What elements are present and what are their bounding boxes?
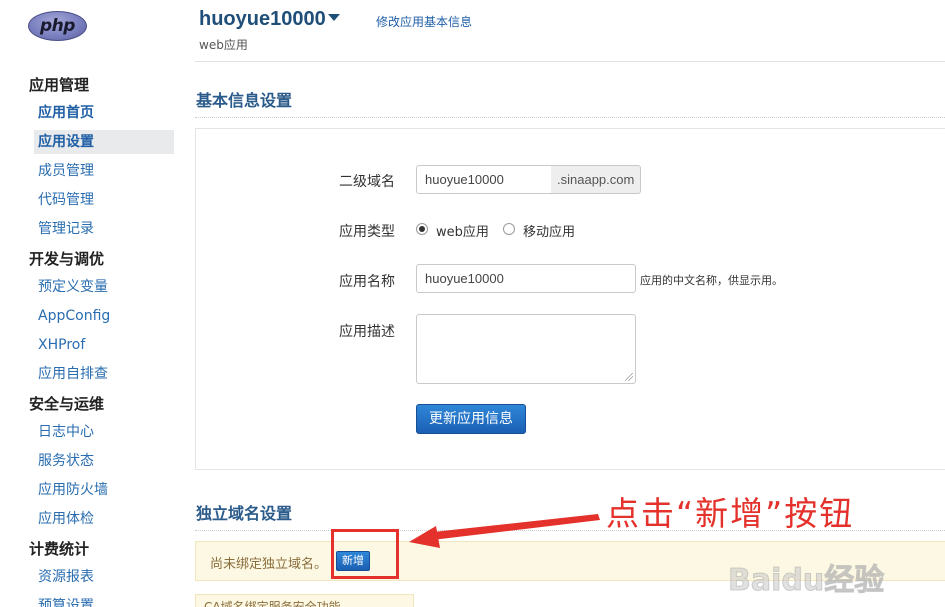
sidebar-item-predefined-vars[interactable]: 预定义变量 (38, 275, 108, 299)
radio-mobile-app-label: 移动应用 (523, 225, 576, 240)
sidebar-item-logs[interactable]: 管理记录 (38, 217, 94, 241)
annotation-highlight-box (331, 529, 399, 579)
app-name-hint: 应用的中文名称，供显示用。 (640, 274, 783, 287)
subdomain-input[interactable]: huoyue10000 (416, 165, 552, 194)
sidebar-item-app-home[interactable]: 应用首页 (38, 101, 94, 125)
sidebar-item-app-settings[interactable]: 应用设置 (34, 130, 174, 154)
annotation-callout: 点击“新增”按钮 (606, 494, 855, 533)
sidebar-item-resource-report[interactable]: 资源报表 (38, 565, 94, 589)
header-divider (195, 61, 945, 62)
app-switcher[interactable]: huoyue10000 (199, 8, 340, 31)
app-type-label: web应用 (199, 38, 248, 52)
subdomain-suffix: .sinaapp.com (551, 165, 642, 194)
resize-grip-icon[interactable] (625, 373, 633, 381)
radio-web-app-label: web应用 (436, 225, 489, 240)
app-name: huoyue10000 (199, 8, 326, 30)
sidebar-group-app-management: 应用管理 (29, 76, 90, 94)
php-logo: php (28, 11, 87, 41)
sidebar-item-appconfig[interactable]: AppConfig (38, 304, 110, 328)
sidebar-item-code[interactable]: 代码管理 (38, 188, 94, 212)
update-app-info-button[interactable]: 更新应用信息 (416, 404, 526, 434)
basic-info-divider (195, 117, 945, 118)
app-type-field-label: 应用类型 (339, 224, 395, 240)
basic-info-title: 基本信息设置 (196, 91, 293, 110)
app-desc-textarea[interactable] (416, 314, 636, 384)
sidebar-item-xhprof[interactable]: XHProf (38, 333, 85, 357)
sidebar-item-budget[interactable]: 预算设置 (38, 594, 94, 607)
caret-down-icon (327, 14, 340, 22)
sidebar-group-dev: 开发与调优 (29, 250, 105, 268)
radio-mobile-app[interactable] (503, 223, 515, 235)
sidebar-group-billing: 计费统计 (29, 540, 90, 558)
ssl-domain-notice: CA域名绑定服务安全功能 (195, 594, 414, 607)
sidebar-group-security: 安全与运维 (29, 395, 105, 413)
sidebar-item-members[interactable]: 成员管理 (38, 159, 94, 183)
domain-notice-text: 尚未绑定独立域名。 (210, 557, 328, 572)
app-name-input[interactable]: huoyue10000 (416, 264, 636, 293)
custom-domain-title: 独立域名设置 (196, 504, 293, 523)
baidu-jingyan-watermark: Baidu经验 (727, 563, 885, 599)
sidebar-item-self-check[interactable]: 应用自排查 (38, 362, 108, 386)
radio-web-app[interactable] (416, 223, 428, 235)
app-name-label: 应用名称 (339, 274, 395, 290)
php-logo-text: php (40, 16, 75, 36)
sidebar-item-log-center[interactable]: 日志中心 (38, 420, 94, 444)
sidebar-item-firewall[interactable]: 应用防火墙 (38, 478, 108, 502)
sidebar-item-service-status[interactable]: 服务状态 (38, 449, 94, 473)
subdomain-label: 二级域名 (339, 174, 395, 190)
sidebar-item-health-check[interactable]: 应用体检 (38, 507, 94, 531)
app-settings-page: php huoyue10000 web应用 修改应用基本信息 应用管理 应用首页… (0, 0, 945, 607)
edit-app-info-link[interactable]: 修改应用基本信息 (376, 13, 472, 30)
app-desc-label: 应用描述 (339, 324, 395, 340)
